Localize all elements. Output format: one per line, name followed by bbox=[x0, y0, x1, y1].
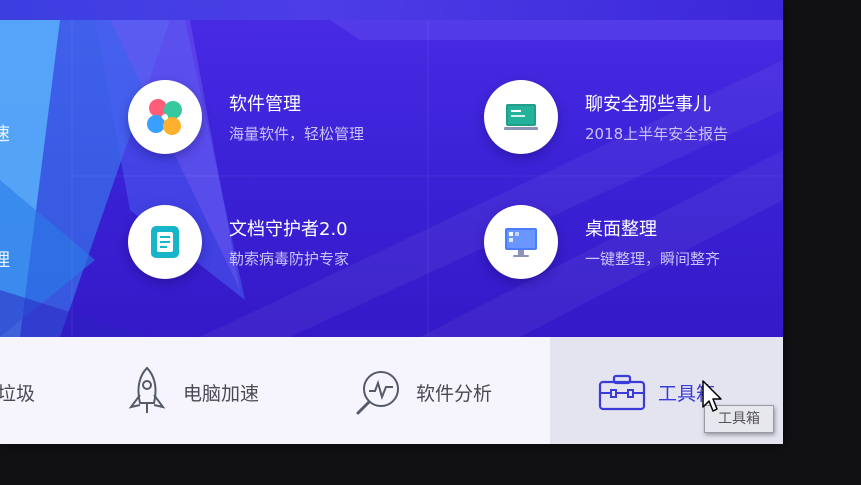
software-manager-icon-badge bbox=[128, 80, 202, 154]
card-desktop-organizer[interactable]: 桌面整理 一键整理，瞬间整齐 bbox=[484, 205, 774, 279]
card-software-manager[interactable]: 软件管理 海量软件，轻松管理 bbox=[128, 80, 428, 154]
edge-text-fragment: 速 bbox=[0, 124, 10, 145]
card-subtitle: 勒索病毒防护专家 bbox=[229, 250, 350, 268]
mouse-cursor-icon bbox=[702, 380, 722, 412]
desktop-organizer-icon-badge bbox=[484, 205, 558, 279]
nav-item-pc-speedup[interactable]: 电脑加速 bbox=[110, 337, 310, 444]
card-document-guard[interactable]: 文档守护者2.0 勒索病毒防护专家 bbox=[128, 205, 428, 279]
nav-item-junk-cleanup[interactable]: 垃圾 bbox=[0, 337, 100, 444]
toolbox-icon bbox=[598, 374, 646, 411]
security-app-window: 速 理 软件管理 海量软件，轻松管理 聊安全那些事儿 2018上半年安全报告 文… bbox=[0, 0, 783, 444]
card-subtitle: 2018上半年安全报告 bbox=[585, 125, 729, 143]
card-subtitle: 一键整理，瞬间整齐 bbox=[585, 250, 721, 268]
card-title: 软件管理 bbox=[229, 94, 301, 115]
bottom-nav-bar: 垃圾 电脑加速 软件分析 工具箱 bbox=[0, 337, 783, 444]
clover-app-icon bbox=[147, 99, 182, 135]
document-icon bbox=[151, 226, 179, 258]
card-subtitle: 海量软件，轻松管理 bbox=[229, 125, 365, 143]
document-guard-icon-badge bbox=[128, 205, 202, 279]
nav-item-label: 电脑加速 bbox=[183, 383, 260, 405]
security-talk-icon-badge bbox=[484, 80, 558, 154]
card-title: 桌面整理 bbox=[585, 219, 657, 240]
nav-item-label: 垃圾 bbox=[0, 383, 36, 405]
monitor-icon bbox=[505, 228, 537, 257]
nav-item-software-analysis[interactable]: 软件分析 bbox=[340, 337, 550, 444]
nav-item-label: 软件分析 bbox=[416, 383, 493, 405]
edge-text-fragment: 理 bbox=[0, 250, 10, 271]
card-security-talk[interactable]: 聊安全那些事儿 2018上半年安全报告 bbox=[484, 80, 774, 154]
decorative-background-art bbox=[0, 20, 783, 337]
card-title: 文档守护者2.0 bbox=[229, 219, 348, 240]
blackboard-icon bbox=[504, 104, 538, 130]
magnifier-chart-icon bbox=[356, 371, 399, 415]
card-title: 聊安全那些事儿 bbox=[585, 94, 711, 115]
feature-panel: 速 理 软件管理 海量软件，轻松管理 聊安全那些事儿 2018上半年安全报告 文… bbox=[0, 0, 783, 337]
rocket-icon bbox=[128, 366, 166, 413]
